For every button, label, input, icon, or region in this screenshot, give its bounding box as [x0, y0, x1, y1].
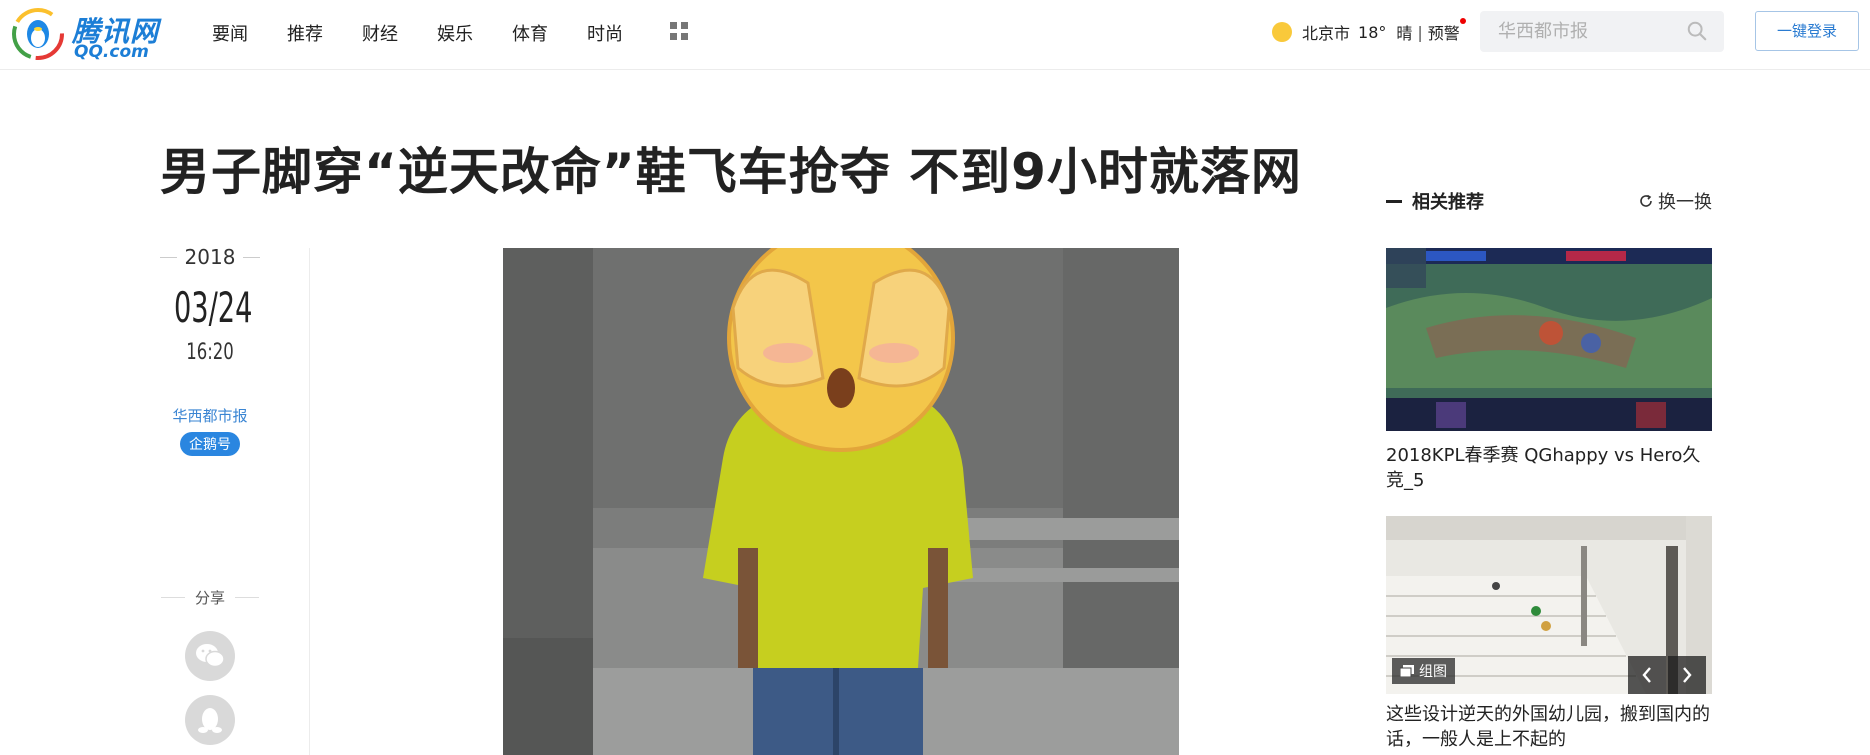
- divider: [160, 597, 185, 598]
- divider: [243, 256, 260, 258]
- share-wechat-button[interactable]: [185, 631, 235, 681]
- nav-item-finance[interactable]: 财经: [362, 20, 437, 46]
- gallery-next-button[interactable]: [1668, 656, 1706, 694]
- nav-item-recommend[interactable]: 推荐: [287, 20, 362, 46]
- weather-condition: 晴: [1396, 24, 1413, 43]
- article-source-link[interactable]: 华西都市报: [160, 405, 260, 426]
- site-logo[interactable]: 腾讯网 QQ.com: [12, 6, 172, 62]
- penguin-account-badge[interactable]: 企鹅号: [180, 432, 240, 456]
- share-heading: 分享: [160, 587, 260, 608]
- top-navigation-bar: 腾讯网 QQ.com 要闻 推荐 财经 娱乐 体育 时尚 北京市 18° 晴 |…: [0, 0, 1870, 70]
- related-gallery-thumbnail[interactable]: 组图: [1386, 516, 1712, 694]
- heading-dash: [1386, 199, 1402, 203]
- photo-man-yellow-shirt: [503, 248, 1179, 755]
- alert-dot: [1459, 18, 1466, 24]
- gallery-tag-label: 组图: [1419, 664, 1447, 680]
- chevron-left-icon: [1642, 667, 1651, 683]
- article-meta: 2018 03/24 16:20 华西都市报 企鹅号: [160, 245, 260, 456]
- article-title: 男子脚穿“逆天改命”鞋飞车抢夺 不到9小时就落网: [160, 143, 1302, 201]
- search-box: [1480, 11, 1724, 52]
- share-label: 分享: [194, 589, 225, 607]
- qq-penguin-logo-icon: [12, 8, 64, 60]
- weather-separator: |: [1417, 22, 1423, 42]
- wechat-icon: [196, 644, 225, 668]
- nav-item-news[interactable]: 要闻: [212, 20, 287, 46]
- nav-item-fashion[interactable]: 时尚: [587, 20, 662, 46]
- divider: [160, 256, 177, 258]
- article-main-image: [503, 248, 1179, 755]
- gallery-prev-button[interactable]: [1628, 656, 1666, 694]
- related-gallery-card[interactable]: 组图 这些设计逆天的外国幼儿园，搬到国内的话，一般人是上不起的: [1386, 516, 1712, 752]
- weather-widget[interactable]: 北京市 18° 晴 | 预警: [1272, 18, 1466, 44]
- weather-city: 北京市: [1302, 24, 1351, 43]
- nav-item-sports[interactable]: 体育: [512, 20, 587, 46]
- nav-item-entertainment[interactable]: 娱乐: [437, 20, 512, 46]
- qq-penguin-icon: [198, 708, 222, 733]
- search-icon[interactable]: [1686, 20, 1708, 42]
- related-heading: 相关推荐: [1386, 188, 1484, 214]
- one-click-login-button[interactable]: 一键登录: [1755, 11, 1859, 51]
- chevron-right-icon: [1683, 667, 1692, 683]
- gallery-icon: [1400, 665, 1414, 677]
- grid-icon[interactable]: [670, 22, 688, 40]
- refresh-label: 换一换: [1658, 192, 1712, 213]
- publish-year-row: 2018: [160, 245, 260, 269]
- related-title: 相关推荐: [1412, 192, 1484, 213]
- share-qq-button[interactable]: [185, 695, 235, 745]
- publish-year: 2018: [184, 245, 236, 269]
- related-card-title[interactable]: 2018KPL春季赛 QGhappy vs Hero久竞_5: [1386, 443, 1712, 493]
- related-thumbnail[interactable]: [1386, 248, 1712, 431]
- refresh-button[interactable]: 换一换: [1638, 188, 1712, 214]
- main-nav: 要闻 推荐 财经 娱乐 体育 时尚: [212, 20, 662, 46]
- related-card[interactable]: 2018KPL春季赛 QGhappy vs Hero久竞_5: [1386, 248, 1712, 493]
- gallery-tag: 组图: [1392, 658, 1455, 684]
- sun-icon: [1272, 22, 1292, 42]
- divider: [235, 597, 259, 598]
- refresh-icon: [1640, 194, 1652, 207]
- weather-alert-link[interactable]: 预警: [1427, 18, 1466, 44]
- meta-divider-line: [309, 248, 310, 755]
- game-screenshot-thumbnail: [1386, 248, 1712, 431]
- related-gallery-title[interactable]: 这些设计逆天的外国幼儿园，搬到国内的话，一般人是上不起的: [1386, 702, 1712, 752]
- weather-alert-label: 预警: [1427, 24, 1460, 43]
- search-input[interactable]: [1480, 11, 1680, 52]
- logo-domain: QQ.com: [74, 42, 149, 62]
- publish-time: 16:20: [186, 340, 234, 365]
- weather-temp: 18°: [1358, 22, 1387, 42]
- publish-date: 03/24: [174, 283, 253, 332]
